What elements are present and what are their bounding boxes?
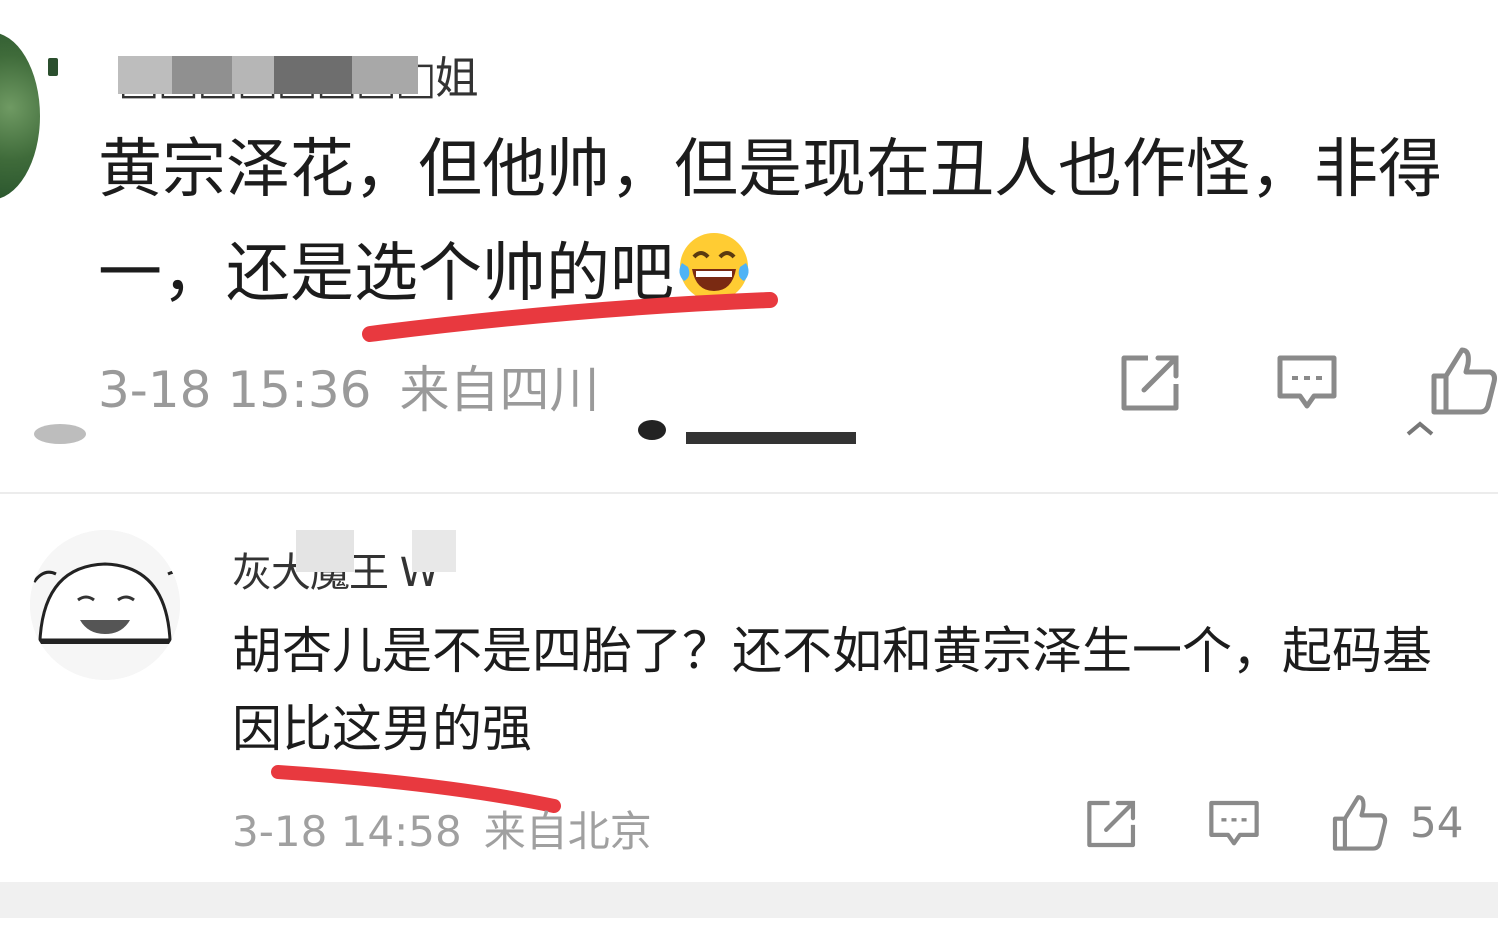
avatar-badge (48, 58, 58, 76)
section-separator (0, 882, 1498, 918)
comment-icon[interactable] (1206, 798, 1262, 850)
comment-date: 3-18 14:58 (232, 807, 462, 856)
comment-date: 3-18 15:36 (98, 361, 372, 419)
comment-meta: 3-18 14:58 来自北京 (232, 798, 652, 859)
username-mosaic (412, 530, 456, 572)
collapsed-reply-row (34, 420, 1434, 444)
like-count: 54 (1410, 798, 1464, 847)
comment-icon[interactable] (1274, 352, 1340, 414)
comment-location: 来自四川 (399, 361, 600, 419)
like-icon[interactable] (1330, 792, 1388, 852)
comment-location: 来自北京 (483, 807, 652, 856)
share-icon[interactable] (1084, 798, 1140, 850)
avatar[interactable] (30, 530, 180, 680)
like-icon[interactable] (1428, 344, 1498, 416)
username-mosaic (296, 530, 354, 572)
avatar[interactable] (0, 32, 40, 200)
share-icon[interactable] (1118, 352, 1184, 414)
comment-body: 胡杏儿是不是四胎了？还不如和黄宗泽生一个，起码基因比这男的强 (232, 622, 1432, 758)
username-mosaic (118, 56, 418, 94)
comment-text: 黄宗泽花，但他帅，但是现在丑人也作怪，非得一，还是选个帅的吧 (98, 118, 1498, 326)
red-underline-mark (362, 292, 778, 342)
divider (0, 492, 1498, 494)
meme-face-avatar-icon (30, 530, 180, 680)
